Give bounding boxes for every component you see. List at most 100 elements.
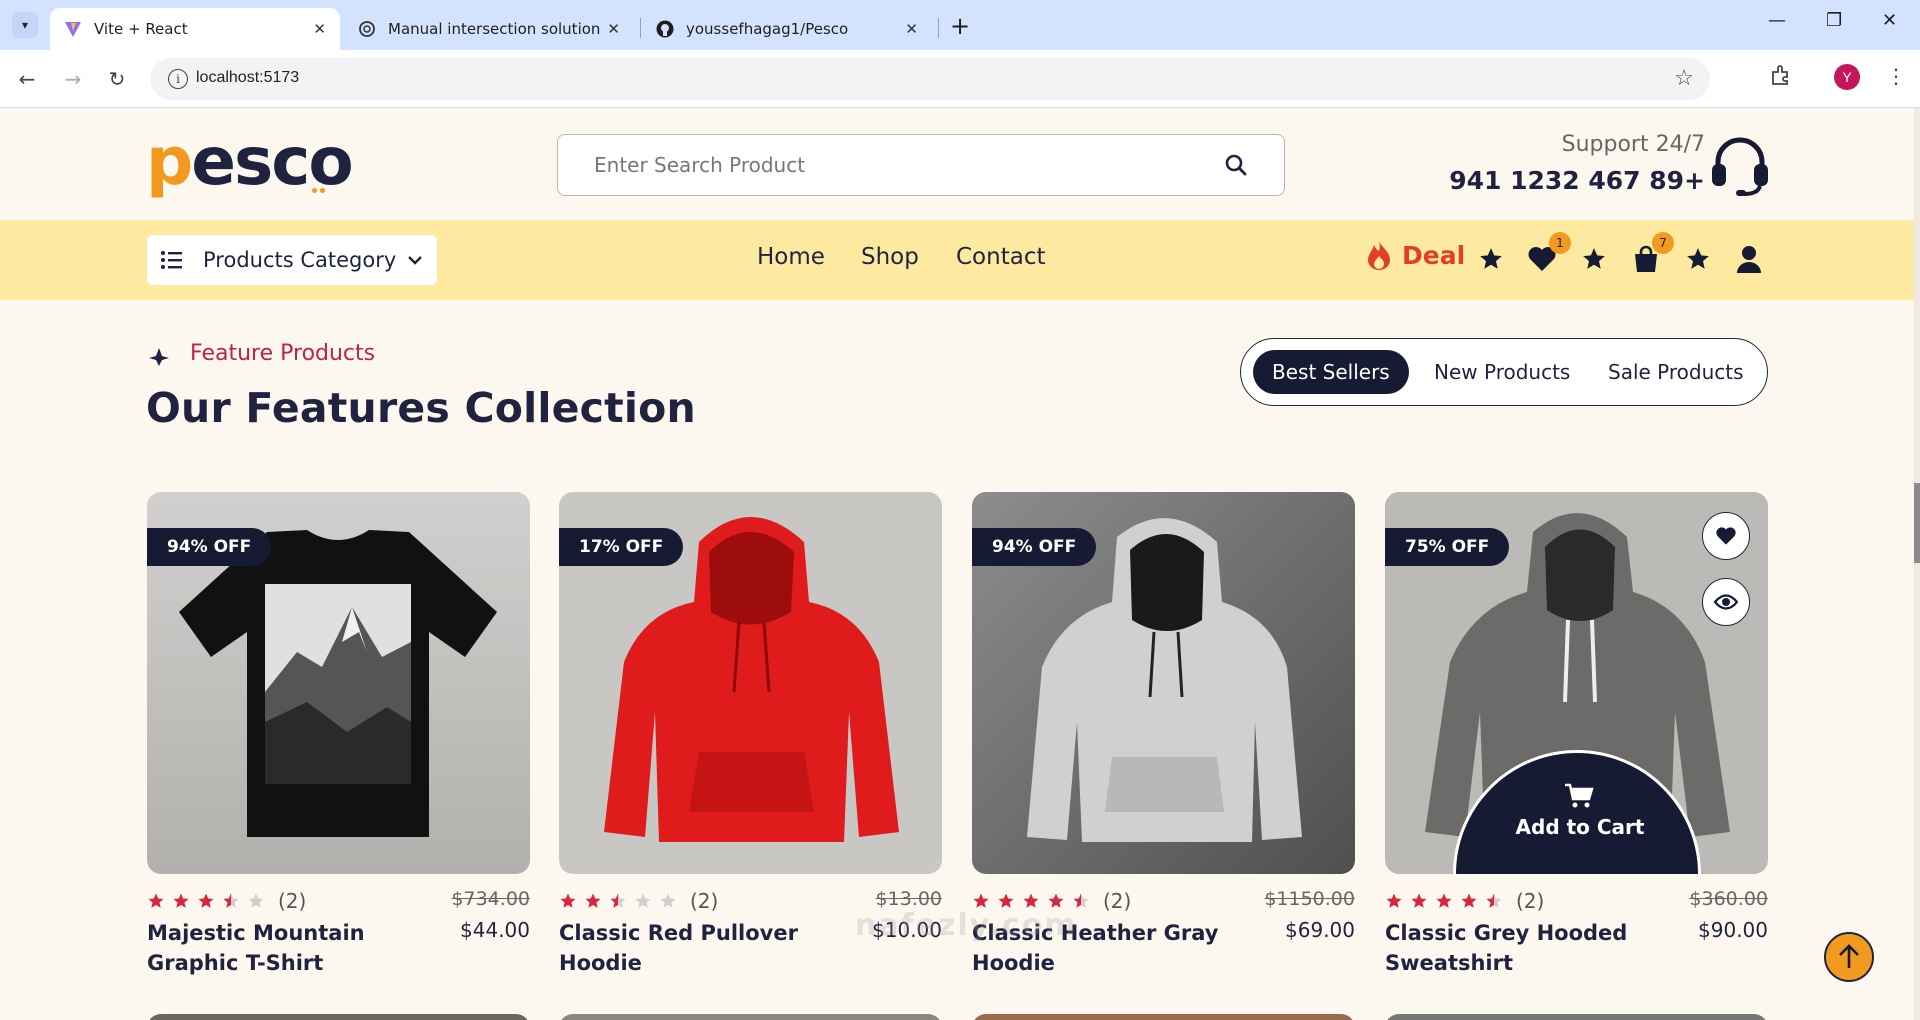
chevron-down-icon [408,256,422,265]
add-to-wishlist-button[interactable] [1702,512,1750,560]
tab-title: Manual intersection solution [388,20,601,38]
star-icon [560,893,576,908]
window-close-icon[interactable]: ✕ [1882,10,1897,31]
discount-badge: 17% OFF [559,528,684,566]
browser-toolbar: ← → ↻ i localhost:5173 ☆ Y ⋮ [0,50,1920,108]
site-info-icon[interactable]: i [168,69,188,89]
close-tab-icon[interactable]: ✕ [313,20,326,38]
next-product-card [972,1014,1355,1020]
arrow-up-icon [1839,944,1859,968]
product-image[interactable]: 75% OFF Add to Cart [1385,492,1768,874]
product-name[interactable]: Classic Grey Hooded Sweatshirt [1385,918,1675,978]
next-product-card [147,1014,530,1020]
search-input[interactable] [594,151,1194,179]
product-card[interactable]: 94% OFF (2) $1150.00 Classic Heather Gra… [972,492,1355,975]
star-empty-icon [635,893,651,908]
star-icon [1583,248,1605,269]
scroll-to-top-button[interactable] [1824,932,1874,982]
product-card[interactable]: 17% OFF (2) $13.00 Classic Red Pullover … [559,492,942,975]
restore-icon[interactable]: ❐ [1826,10,1842,31]
product-image[interactable]: 94% OFF [972,492,1355,874]
tab-vite-react[interactable]: Vite + React ✕ [50,8,340,50]
star-rating: (2) [559,889,718,913]
minimize-icon[interactable]: — [1768,10,1786,31]
star-icon [1480,248,1502,269]
star-empty-icon [248,893,264,908]
star-icon [148,893,164,908]
tab-title: youssefhagag1/Pesco [686,20,849,38]
price: $69.00 [1285,918,1355,942]
scrollbar-thumb[interactable] [1914,483,1920,563]
back-icon[interactable]: ← [12,64,42,94]
nav-link-home[interactable]: Home [757,244,825,270]
star-icon [1411,893,1427,908]
watermark: nafezly.com [855,908,1078,943]
star-half-icon [610,893,626,908]
nav-link-contact[interactable]: Contact [956,244,1045,270]
review-count: (2) [1516,889,1545,913]
deal-link[interactable]: Deal [1366,240,1465,270]
product-name[interactable]: Classic Red Pullover Hoodie [559,918,849,978]
star-half-icon [223,893,239,908]
quick-view-button[interactable] [1702,578,1750,626]
fire-icon [1368,241,1390,270]
price: $44.00 [460,918,530,942]
tab-manual-intersection[interactable]: Manual intersection solution ✕ [344,8,634,50]
star-icon [585,893,601,908]
product-name[interactable]: Majestic Mountain Graphic T-Shirt [147,918,437,978]
review-count: (2) [1103,889,1132,913]
search-box [557,134,1285,196]
new-tab-icon[interactable]: + [950,12,970,40]
url-text[interactable]: localhost:5173 [196,69,299,87]
list-icon [161,251,182,269]
support-phone: 941 1232 467 89+ [1449,166,1705,195]
browser-tab-bar: ▾ Vite + React ✕ Manual intersection sol… [0,0,1920,50]
wishlist-count-badge: 1 [1549,232,1571,254]
main-navbar: Products Category Home Shop Contact Deal… [0,220,1920,300]
close-tab-icon[interactable]: ✕ [905,20,918,38]
user-icon[interactable] [1734,244,1764,274]
forward-icon[interactable]: → [58,64,88,94]
price: $90.00 [1698,918,1768,942]
star-icon [1687,248,1709,269]
tab-new-products[interactable]: New Products [1415,350,1589,394]
tab-separator [938,18,939,38]
star-half-icon [1486,893,1502,908]
discount-badge: 94% OFF [972,528,1097,566]
add-to-cart-label: Add to Cart [1515,815,1645,839]
old-price: $734.00 [451,888,530,910]
nav-link-shop[interactable]: Shop [861,244,919,270]
product-filter-tabs: Best Sellers New Products Sale Products [1240,338,1768,406]
page-scrollbar[interactable] [1914,108,1920,1020]
star-rating: (2) [1385,889,1544,913]
tab-sale-products[interactable]: Sale Products [1589,350,1763,394]
support-label: Support 24/7 [1561,132,1705,157]
extensions-icon[interactable] [1770,64,1792,86]
chatgpt-icon [358,20,376,38]
products-category-dropdown[interactable]: Products Category [147,235,437,285]
cart-count-badge: 7 [1652,232,1674,254]
close-tab-icon[interactable]: ✕ [607,20,620,38]
product-card[interactable]: 75% OFF Add to Cart (2) $360.00 Classic … [1385,492,1768,975]
deal-label: Deal [1402,240,1466,270]
star-icon [1386,893,1402,908]
logo-dots [312,178,328,197]
bookmark-star-icon[interactable]: ☆ [1674,66,1694,91]
reload-icon[interactable]: ↻ [102,64,132,94]
search-icon[interactable] [1224,153,1248,177]
cart-icon [1565,783,1594,808]
address-bar[interactable]: i localhost:5173 ☆ [150,58,1710,100]
old-price: $1150.00 [1264,888,1355,910]
leaf-icon [149,348,169,366]
product-image[interactable]: 94% OFF [147,492,530,874]
tab-github-pesco[interactable]: youssefhagag1/Pesco ✕ [642,8,932,50]
star-icon [173,893,189,908]
category-label: Products Category [203,248,397,272]
profile-avatar[interactable]: Y [1834,64,1860,90]
product-card[interactable]: 94% OFF (2) $734.00 Majestic Mountain Gr… [147,492,530,975]
tab-search-dropdown[interactable]: ▾ [12,12,38,38]
product-image[interactable]: 17% OFF [559,492,942,874]
tab-best-sellers[interactable]: Best Sellers [1253,350,1409,394]
browser-menu-icon[interactable]: ⋮ [1886,64,1906,88]
star-rating: (2) [147,889,306,913]
